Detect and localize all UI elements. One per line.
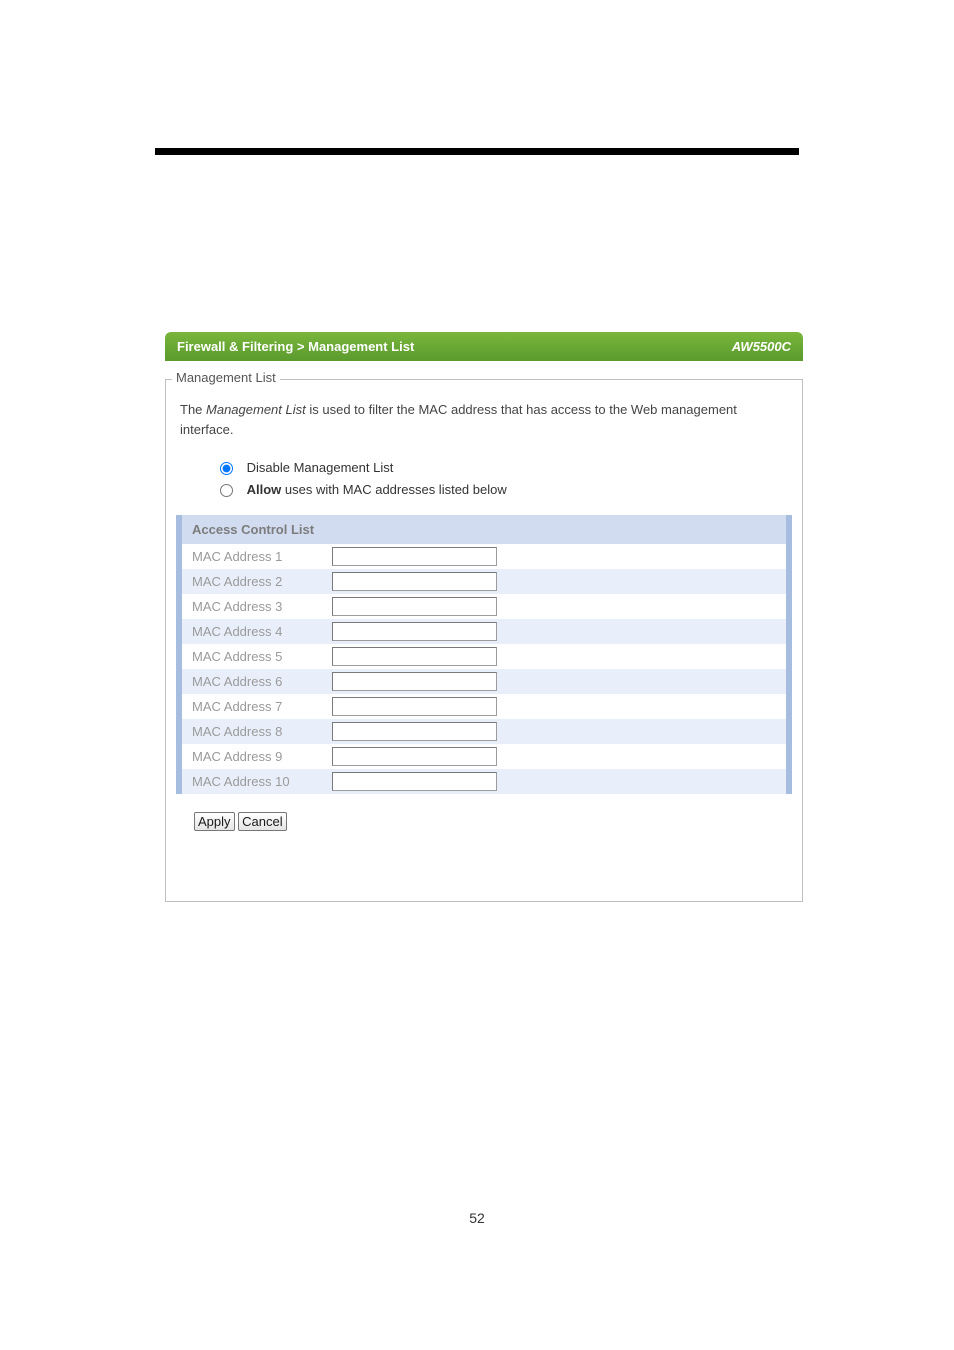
cancel-button[interactable]: Cancel	[238, 812, 286, 831]
management-list-fieldset: Management List The Management List is u…	[165, 379, 803, 902]
radio-disable[interactable]: Disable Management List	[220, 457, 802, 479]
table-row: MAC Address 8	[182, 719, 786, 744]
radio-allow-rest: uses with MAC addresses listed below	[281, 482, 506, 497]
table-row: MAC Address 9	[182, 744, 786, 769]
radio-disable-input[interactable]	[220, 462, 233, 475]
mac-address-input[interactable]	[332, 697, 497, 716]
mac-address-label: MAC Address 10	[192, 774, 332, 789]
mac-address-input[interactable]	[332, 722, 497, 741]
table-row: MAC Address 3	[182, 594, 786, 619]
content: Firewall & Filtering > Management List A…	[165, 332, 803, 902]
model-label: AW5500C	[732, 339, 791, 354]
table-row: MAC Address 7	[182, 694, 786, 719]
button-row: Apply Cancel	[166, 794, 802, 831]
table-row: MAC Address 2	[182, 569, 786, 594]
mac-address-label: MAC Address 6	[192, 674, 332, 689]
radio-group: Disable Management List Allow uses with …	[166, 439, 802, 515]
mac-address-input[interactable]	[332, 597, 497, 616]
mac-address-label: MAC Address 5	[192, 649, 332, 664]
description: The Management List is used to filter th…	[166, 380, 802, 439]
fieldset-legend: Management List	[172, 370, 280, 385]
desc-em: Management List	[206, 402, 306, 417]
mac-address-input[interactable]	[332, 547, 497, 566]
mac-address-label: MAC Address 7	[192, 699, 332, 714]
radio-disable-label: Disable Management List	[247, 460, 394, 475]
table-row: MAC Address 10	[182, 769, 786, 794]
table-row: MAC Address 4	[182, 619, 786, 644]
mac-address-label: MAC Address 4	[192, 624, 332, 639]
mac-address-label: MAC Address 2	[192, 574, 332, 589]
radio-allow-bold: Allow	[247, 482, 282, 497]
page-number: 52	[0, 1210, 954, 1226]
radio-allow-input[interactable]	[220, 484, 233, 497]
apply-button[interactable]: Apply	[194, 812, 235, 831]
divider-bar	[155, 148, 799, 155]
mac-address-input[interactable]	[332, 572, 497, 591]
table-row: MAC Address 6	[182, 669, 786, 694]
mac-address-label: MAC Address 8	[192, 724, 332, 739]
table-row: MAC Address 5	[182, 644, 786, 669]
mac-address-label: MAC Address 9	[192, 749, 332, 764]
table-row: MAC Address 1	[182, 544, 786, 569]
mac-address-input[interactable]	[332, 772, 497, 791]
mac-address-input[interactable]	[332, 622, 497, 641]
desc-prefix: The	[180, 402, 206, 417]
mac-address-label: MAC Address 3	[192, 599, 332, 614]
mac-address-input[interactable]	[332, 647, 497, 666]
mac-address-input[interactable]	[332, 672, 497, 691]
radio-allow[interactable]: Allow uses with MAC addresses listed bel…	[220, 479, 802, 501]
mac-address-input[interactable]	[332, 747, 497, 766]
acl-header: Access Control List	[182, 515, 786, 544]
acl-table: Access Control List MAC Address 1 MAC Add…	[176, 515, 792, 794]
header-bar: Firewall & Filtering > Management List A…	[165, 332, 803, 361]
breadcrumb: Firewall & Filtering > Management List	[177, 339, 414, 354]
mac-address-label: MAC Address 1	[192, 549, 332, 564]
